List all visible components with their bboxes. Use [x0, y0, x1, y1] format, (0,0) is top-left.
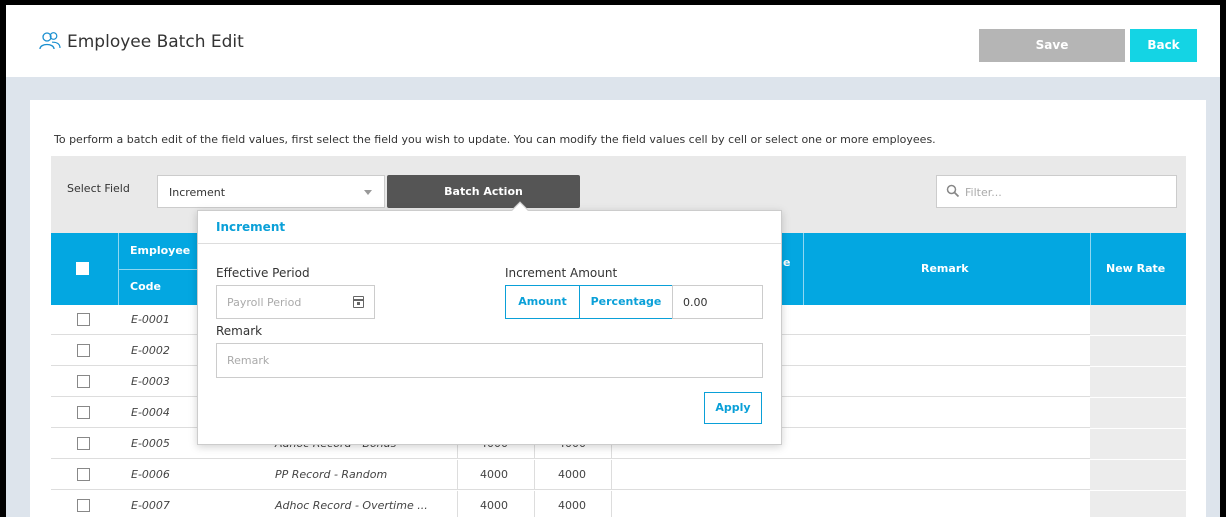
effective-period-input[interactable] [227, 292, 347, 312]
popup-title: Increment [216, 220, 286, 234]
row-new-rate[interactable] [1090, 429, 1186, 459]
row-checkbox[interactable] [77, 375, 90, 388]
filter-input[interactable] [965, 182, 1165, 202]
row-checkbox[interactable] [77, 344, 90, 357]
row-new-rate[interactable] [1090, 336, 1186, 366]
row-code: E-0005 [131, 437, 170, 450]
row-code: E-0002 [131, 344, 170, 357]
row-new-rate[interactable] [1090, 491, 1186, 517]
calendar-icon[interactable] [353, 296, 364, 308]
header-employee: Employee [130, 244, 191, 257]
select-field-label: Select Field [67, 182, 130, 195]
select-all-checkbox[interactable] [76, 262, 89, 275]
header-new-rate[interactable]: New Rate [1106, 262, 1165, 275]
effective-period-field[interactable] [216, 285, 375, 319]
increment-amount-label: Increment Amount [505, 266, 618, 280]
filter-field[interactable] [936, 175, 1177, 208]
row-value-1: 4000 [480, 468, 508, 481]
row-new-rate[interactable] [1090, 398, 1186, 428]
popup-divider [198, 243, 781, 244]
row-checkbox[interactable] [77, 313, 90, 326]
row-code: E-0001 [131, 313, 170, 326]
row-value-1: 4000 [480, 499, 508, 512]
select-field-value: Increment [169, 186, 226, 199]
search-icon [946, 184, 960, 198]
row-name: Adhoc Record - Overtime ... [275, 499, 428, 512]
effective-period-label: Effective Period [216, 266, 310, 280]
row-code: E-0003 [131, 375, 170, 388]
row-new-rate[interactable] [1090, 367, 1186, 397]
header-divider [1090, 233, 1091, 305]
users-icon [39, 32, 61, 50]
increment-amount-input[interactable] [683, 292, 753, 312]
percentage-toggle-button[interactable]: Percentage [579, 285, 673, 319]
page-title: Employee Batch Edit [67, 32, 244, 52]
row-checkbox[interactable] [77, 406, 90, 419]
remark-input[interactable] [227, 350, 747, 370]
header-code[interactable]: Code [130, 280, 161, 293]
app-window: Employee Batch Edit Save Back To perform… [6, 5, 1220, 517]
row-name: PP Record - Random [275, 468, 388, 481]
header-divider [803, 233, 804, 305]
back-button[interactable]: Back [1130, 29, 1197, 62]
save-button[interactable]: Save [979, 29, 1125, 62]
row-divider [457, 460, 458, 490]
apply-button[interactable]: Apply [704, 392, 762, 424]
row-divider [611, 460, 612, 490]
row-value-2: 4000 [558, 499, 586, 512]
row-code: E-0006 [131, 468, 170, 481]
amount-toggle-button[interactable]: Amount [505, 285, 580, 319]
row-code: E-0004 [131, 406, 170, 419]
row-divider [534, 491, 535, 517]
row-code: E-0007 [131, 499, 170, 512]
chevron-down-icon [364, 190, 372, 195]
row-checkbox[interactable] [77, 468, 90, 481]
increment-amount-field[interactable] [672, 285, 763, 319]
table-row[interactable]: E-0007 Adhoc Record - Overtime ... 4000 … [51, 491, 1186, 517]
row-checkbox[interactable] [77, 499, 90, 512]
remark-label: Remark [216, 324, 263, 338]
header-partial: e [783, 256, 791, 269]
batch-action-button[interactable]: Batch Action [387, 175, 580, 208]
row-new-rate[interactable] [1090, 460, 1186, 490]
page-header: Employee Batch Edit Save Back [6, 5, 1220, 77]
row-divider [611, 491, 612, 517]
row-new-rate[interactable] [1090, 305, 1186, 335]
select-field-dropdown[interactable]: Increment [157, 175, 385, 208]
row-divider [534, 460, 535, 490]
row-divider [457, 491, 458, 517]
instructions-text: To perform a batch edit of the field val… [54, 133, 936, 146]
row-checkbox[interactable] [77, 437, 90, 450]
header-remark[interactable]: Remark [921, 262, 969, 275]
row-value-2: 4000 [558, 468, 586, 481]
table-row[interactable]: E-0006 PP Record - Random 4000 4000 [51, 460, 1186, 490]
remark-field[interactable] [216, 343, 763, 378]
batch-action-popup: Increment Effective Period Increment Amo… [197, 201, 782, 445]
